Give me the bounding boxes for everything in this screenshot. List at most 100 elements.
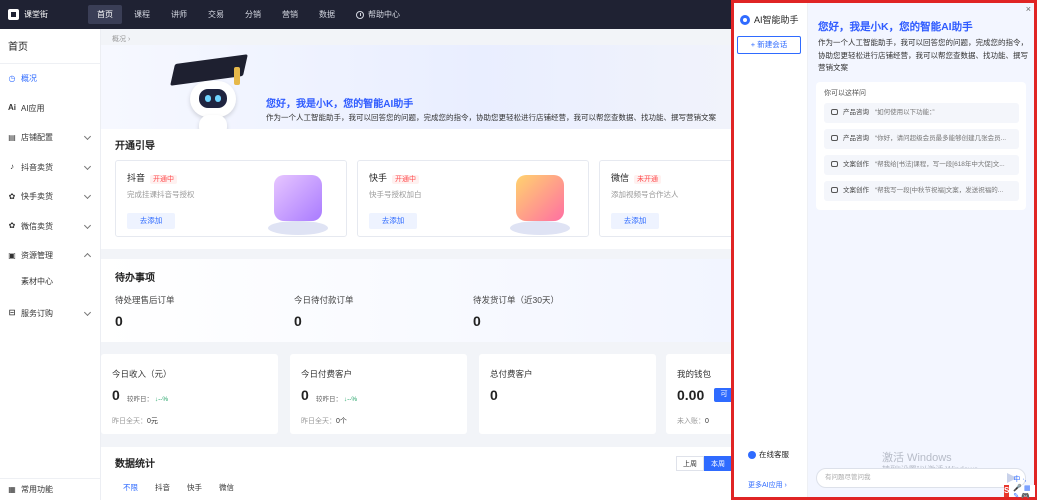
suggested-questions-title: 你可以这样问	[824, 90, 866, 97]
chevron-down-icon	[83, 162, 92, 170]
todo-value[interactable]: 0	[294, 313, 302, 329]
data-statistics-panel: 数据统计 上周 本周 不限 抖音 快手 微信	[101, 447, 731, 500]
card-title: 抖音	[127, 173, 146, 183]
suggested-question[interactable]: 文案创作 “帮我写一段[中秋节祝福]文案，发送祝福的...	[824, 181, 1019, 201]
suggested-questions: 你可以这样问 产品咨询 “如何使用以下功能：” 产品咨询 “你好，请问超级会员最多能…	[816, 82, 1026, 210]
service-icon: ⊟	[8, 308, 16, 318]
common-functions-button[interactable]: ▦ 常用功能	[0, 478, 100, 500]
resource-icon: ▣	[8, 250, 16, 260]
nav-distribution[interactable]: 分销	[236, 5, 270, 24]
online-service-button[interactable]: 在线客服	[748, 449, 789, 460]
logo-icon	[8, 9, 19, 20]
card-description: 完成挂课抖音号授权	[127, 190, 195, 199]
todo-value[interactable]: 0	[473, 313, 481, 329]
sidebar-item-resource-management[interactable]: ▣ 资源管理	[0, 241, 100, 271]
status-badge: 开通中	[392, 175, 420, 184]
card-title: 微信	[611, 173, 630, 183]
stat-footnote: 昨日全天：0个	[301, 418, 347, 425]
nav-courses[interactable]: 课程	[125, 5, 159, 24]
stat-value: 0	[490, 387, 498, 403]
sidebar-item-douyin-sales[interactable]: ♪ 抖音卖货	[0, 153, 100, 183]
card-title: 快手	[369, 173, 388, 183]
chevron-down-icon	[83, 221, 92, 229]
sidebar-item-overview[interactable]: ◷ 概况	[0, 64, 100, 94]
range-this-week-button[interactable]: 本周	[704, 456, 731, 471]
sidebar-item-label: 概况	[21, 74, 37, 84]
chevron-up-icon	[83, 252, 92, 261]
stat-card-today-income: 今日收入（元） 0 较昨日： ↓--% 昨日全天：0元	[101, 354, 278, 434]
ime-status[interactable]: 中 ·, 🎤 ▦ ✎ 🎮 ⊞	[1013, 474, 1030, 500]
nav-teachers[interactable]: 讲师	[162, 5, 196, 24]
sogou-ime-icon[interactable]: S	[1004, 485, 1010, 497]
document-icon	[831, 187, 838, 193]
close-icon[interactable]: ×	[1026, 4, 1031, 14]
ai-session-sidebar: AI智能助手 + 新建会话 在线客服 更多AI应用 ›	[734, 3, 808, 497]
tab-wechat[interactable]: 微信	[219, 482, 234, 493]
ai-icon: Ai	[8, 103, 16, 113]
app-logo[interactable]: 课堂街	[8, 9, 88, 20]
ai-logo-icon	[740, 14, 750, 25]
data-statistics-title: 数据统计	[115, 459, 155, 470]
sidebar-title: 首页	[0, 29, 100, 64]
windows-activation-watermark: 激活 Windows	[882, 452, 952, 464]
ai-chat-input[interactable]: 有问题尽管问我	[816, 468, 1026, 488]
chevron-down-icon	[83, 191, 92, 200]
sidebar-item-label: 快手卖货	[21, 192, 53, 202]
ai-greeting-title: 您好，我是小K，您的智能AI助手	[818, 21, 973, 33]
stat-label: 今日收入（元）	[112, 369, 172, 379]
stat-value: 0	[301, 387, 309, 403]
todo-panel: 待办事项 待处理售后订单 0 今日待付款订单 0 待发货订单（近30天） 0	[101, 259, 731, 342]
nav-marketing[interactable]: 营销	[273, 5, 307, 24]
ai-assistant-logo: AI智能助手	[740, 13, 799, 26]
sidebar-item-label: 资源管理	[21, 251, 53, 261]
new-chat-button[interactable]: + 新建会话	[737, 36, 801, 54]
ime-toolbar[interactable]: S 中 ·, 🎤 ▦ ✎ 🎮 ⊞	[1004, 476, 1035, 500]
sidebar-item-store-config[interactable]: ▤ 店铺配置	[0, 123, 100, 153]
nav-data[interactable]: 数据	[310, 5, 344, 24]
main-nav: 首页 课程 讲师 交易 分销 营销 数据 帮助中心	[88, 0, 412, 29]
help-icon	[356, 10, 364, 19]
nav-help-center[interactable]: 帮助中心	[347, 5, 409, 24]
tab-kuaishou[interactable]: 快手	[187, 482, 202, 493]
suggested-question[interactable]: 文案创作 “帮我给[书法]课程，写一段[618年中大促]文...	[824, 155, 1019, 175]
nav-transactions[interactable]: 交易	[199, 5, 233, 24]
kuaishou-illustration-icon	[510, 169, 570, 235]
chevron-down-icon	[83, 132, 92, 141]
sidebar-item-wechat-sales[interactable]: ✿ 微信卖货	[0, 212, 100, 242]
hero-title: 您好，我是小K，您的智能AI助手	[266, 99, 414, 110]
document-icon	[831, 161, 838, 167]
todo-value[interactable]: 0	[115, 313, 123, 329]
add-wechat-button[interactable]: 去添加	[611, 213, 659, 229]
sidebar-subitem-material-center[interactable]: 素材中心	[0, 271, 100, 293]
sidebar-item-service-subscription[interactable]: ⊟ 服务订购	[0, 299, 100, 329]
tab-douyin[interactable]: 抖音	[155, 482, 170, 493]
range-last-week-button[interactable]: 上周	[676, 456, 704, 471]
stat-value: 0	[112, 387, 120, 403]
add-kuaishou-button[interactable]: 去添加	[369, 213, 417, 229]
chat-icon	[831, 109, 838, 115]
help-label: 帮助中心	[368, 10, 400, 19]
suggested-question[interactable]: 产品咨询 “你好，请问超级会员最多能够创建几张会员...	[824, 129, 1019, 149]
onboarding-card-kuaishou: 快手 开通中 快手号授权加白 去添加	[357, 160, 589, 237]
todo-label: 今日待付款订单	[294, 295, 354, 305]
stat-compare: 较昨日： ↓--%	[127, 396, 169, 403]
sidebar-item-label: 抖音卖货	[21, 162, 53, 172]
hero-description: 作为一个人工智能助手，我可以回答您的问题，完成您的指令，协助您更轻松进行店铺经营…	[266, 113, 716, 122]
stat-label: 今日付费客户	[301, 369, 353, 379]
tab-all[interactable]: 不限	[123, 482, 138, 493]
sidebar-item-label: 服务订购	[21, 308, 53, 318]
todo-title: 待办事项	[115, 273, 155, 284]
withdraw-button[interactable]: 可	[714, 388, 731, 402]
sidebar-item-kuaishou-sales[interactable]: ✿ 快手卖货	[0, 182, 100, 212]
onboarding-title: 开通引导	[115, 141, 155, 152]
breadcrumb-item[interactable]: 概况	[112, 36, 126, 43]
stat-card-total-paid-customers: 总付费客户 0	[479, 354, 656, 434]
add-douyin-button[interactable]: 去添加	[127, 213, 175, 229]
more-ai-apps-link[interactable]: 更多AI应用 ›	[748, 480, 787, 490]
onboarding-card-douyin: 抖音 开通中 完成挂课抖音号授权 去添加	[115, 160, 347, 237]
nav-home[interactable]: 首页	[88, 5, 122, 24]
sidebar-item-ai-apps[interactable]: Ai AI应用	[0, 94, 100, 124]
suggested-question[interactable]: 产品咨询 “如何使用以下功能：”	[824, 103, 1019, 123]
headset-icon	[748, 450, 756, 459]
tiktok-icon: ♪	[10, 162, 14, 172]
